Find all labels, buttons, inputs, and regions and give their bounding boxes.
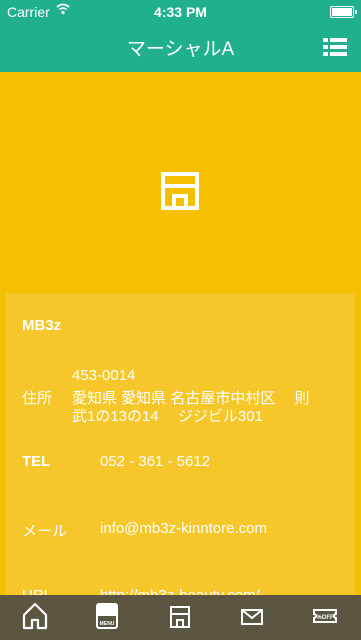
menu-badge-text: MENU [100,621,115,627]
tel-link[interactable]: 052 - 361 - 5612 [100,453,210,470]
mail-label: メール [22,523,68,540]
shop-icon [161,172,199,210]
home-icon [22,602,48,630]
status-bar: Carrier 4:33 PM [0,0,361,24]
battery-icon [330,6,357,18]
hero-banner [0,72,361,292]
tel-label: TEL [22,453,51,470]
address-line-2: 武1の13の14 ジジビル301 [72,408,263,425]
app-header: Carrier 4:33 PM マーシャルA [0,0,361,72]
mail-link[interactable]: info@mb3z-kinntore.com [100,520,267,537]
tab-coupon[interactable]: %OFF [312,602,338,635]
list-menu-button[interactable] [323,38,347,58]
shop-name: MB3z [22,317,62,334]
tab-home[interactable] [22,602,48,635]
status-time: 4:33 PM [154,4,207,20]
shop-icon [170,606,190,628]
address-label: 住所 [22,390,53,407]
list-icon [323,38,328,42]
tab-menu[interactable]: MENU [95,602,119,635]
page-title: マーシャルA [126,39,235,60]
coupon-badge-text: %OFF [316,615,334,621]
bottom-tab-bar: MENU %OFF [0,595,361,640]
tab-mail[interactable] [240,602,264,635]
shop-info-card: MB3z 453-0014 住所 愛知県 愛知県 名古屋市中村区 則 武1の13… [6,293,355,613]
coupon-icon: %OFF [313,609,337,623]
postal-code: 453-0014 [72,367,136,384]
tab-shop[interactable] [168,602,192,635]
mail-icon [241,609,263,625]
menu-book-icon: MENU [96,603,118,629]
